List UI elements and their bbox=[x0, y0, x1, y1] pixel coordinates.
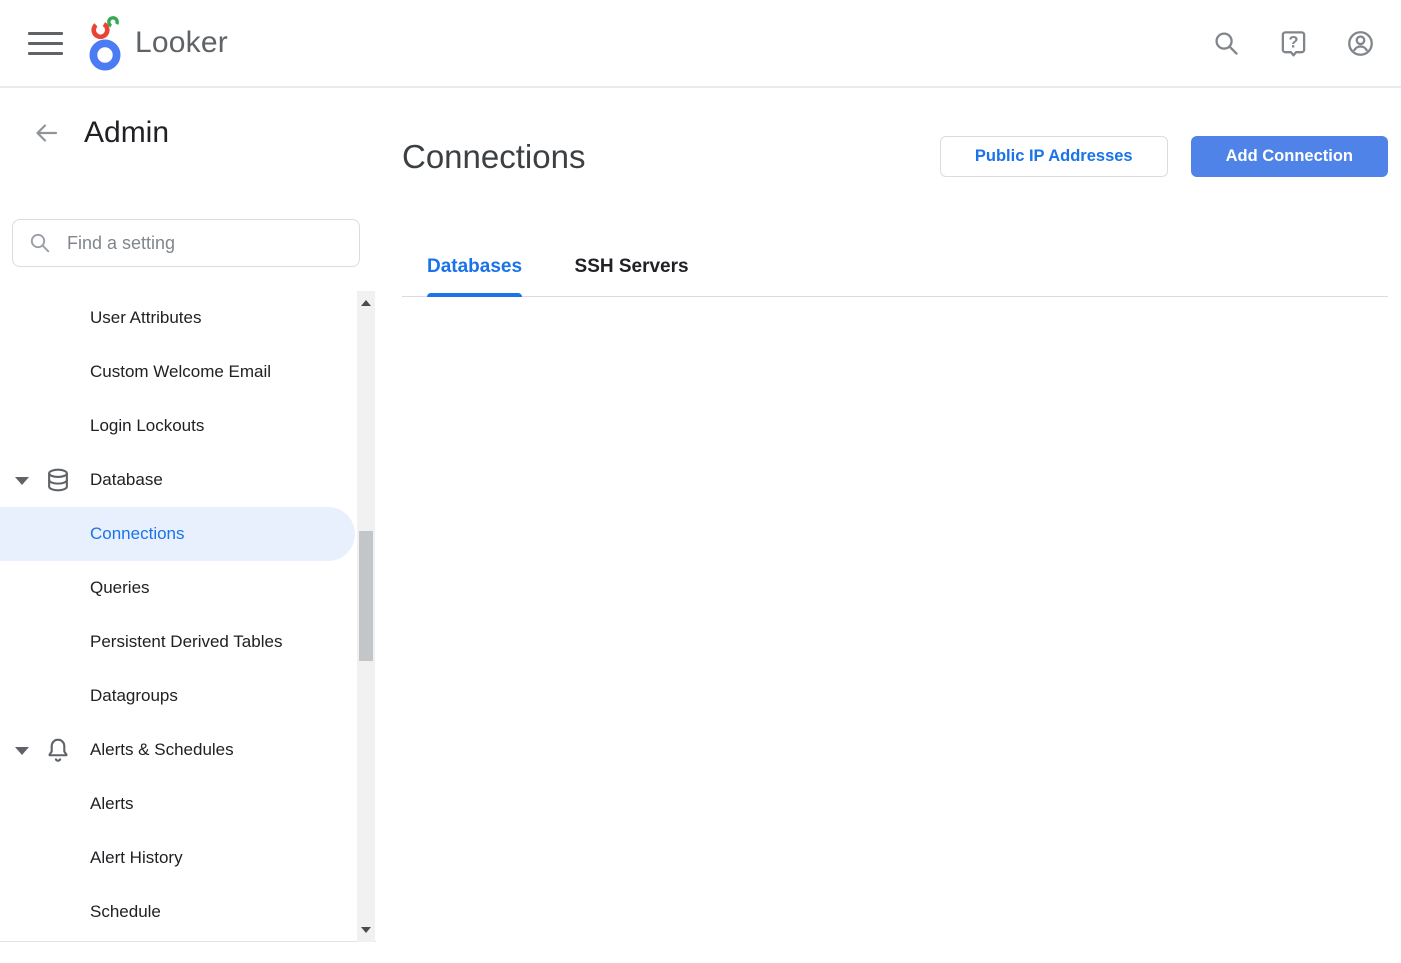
sidebar-item-custom-welcome-email[interactable]: Custom Welcome Email bbox=[0, 345, 376, 399]
find-setting-searchbox[interactable] bbox=[12, 219, 360, 267]
scroll-down-icon[interactable] bbox=[361, 927, 371, 933]
chevron-down-icon[interactable] bbox=[15, 747, 29, 755]
public-ip-addresses-button[interactable]: Public IP Addresses bbox=[940, 136, 1168, 177]
looker-logo-icon bbox=[86, 14, 128, 72]
sidebar-scrollbar[interactable] bbox=[357, 291, 375, 942]
sidebar-section-alerts-schedules[interactable]: Alerts & Schedules bbox=[0, 723, 376, 777]
product-name: Looker bbox=[135, 26, 228, 60]
database-icon bbox=[44, 466, 72, 494]
bell-icon bbox=[44, 736, 72, 764]
sidebar-item-schedule[interactable]: Schedule bbox=[0, 885, 376, 939]
sidebar-item-persistent-derived-tables[interactable]: Persistent Derived Tables bbox=[0, 615, 376, 669]
admin-header: Admin bbox=[32, 116, 376, 150]
sidebar-title: Admin bbox=[84, 116, 169, 150]
sidebar-item-alerts[interactable]: Alerts bbox=[0, 777, 376, 831]
scroll-up-icon[interactable] bbox=[361, 300, 371, 306]
add-connection-button[interactable]: Add Connection bbox=[1191, 136, 1388, 177]
search-icon[interactable] bbox=[1212, 29, 1241, 58]
sidebar-item-user-attributes[interactable]: User Attributes bbox=[0, 291, 376, 345]
account-icon[interactable] bbox=[1346, 29, 1375, 58]
help-icon[interactable]: ? bbox=[1279, 29, 1308, 58]
menu-icon[interactable] bbox=[28, 32, 63, 55]
sidebar-item-connections[interactable]: Connections bbox=[0, 507, 355, 561]
sidebar-item-login-lockouts[interactable]: Login Lockouts bbox=[0, 399, 376, 453]
looker-logo[interactable]: Looker bbox=[86, 14, 228, 72]
sidebar-item-queries[interactable]: Queries bbox=[0, 561, 376, 615]
connections-page: Connections Public IP Addresses Add Conn… bbox=[402, 88, 1388, 963]
top-bar: Looker ? bbox=[0, 0, 1401, 88]
back-arrow-icon[interactable] bbox=[32, 119, 60, 147]
chevron-down-icon[interactable] bbox=[15, 477, 29, 485]
tab-databases[interactable]: Databases bbox=[427, 256, 522, 296]
page-header: Connections Public IP Addresses Add Conn… bbox=[402, 136, 1388, 177]
sidebar-item-alert-history[interactable]: Alert History bbox=[0, 831, 376, 885]
settings-nav: User Attributes Custom Welcome Email Log… bbox=[0, 291, 376, 939]
scrollbar-thumb[interactable] bbox=[359, 531, 373, 661]
admin-sidebar: Admin User Attributes Custom Welcome Ema… bbox=[0, 88, 376, 942]
search-icon bbox=[28, 231, 52, 255]
tab-ssh-servers[interactable]: SSH Servers bbox=[575, 256, 689, 296]
page-title: Connections bbox=[402, 138, 585, 176]
sidebar-item-datagroups[interactable]: Datagroups bbox=[0, 669, 376, 723]
svg-text:?: ? bbox=[1289, 33, 1299, 51]
topbar-actions: ? bbox=[1212, 29, 1375, 58]
sidebar-section-database[interactable]: Database bbox=[0, 453, 376, 507]
connections-tabs: Databases SSH Servers bbox=[402, 256, 1388, 297]
search-input[interactable] bbox=[67, 233, 344, 254]
